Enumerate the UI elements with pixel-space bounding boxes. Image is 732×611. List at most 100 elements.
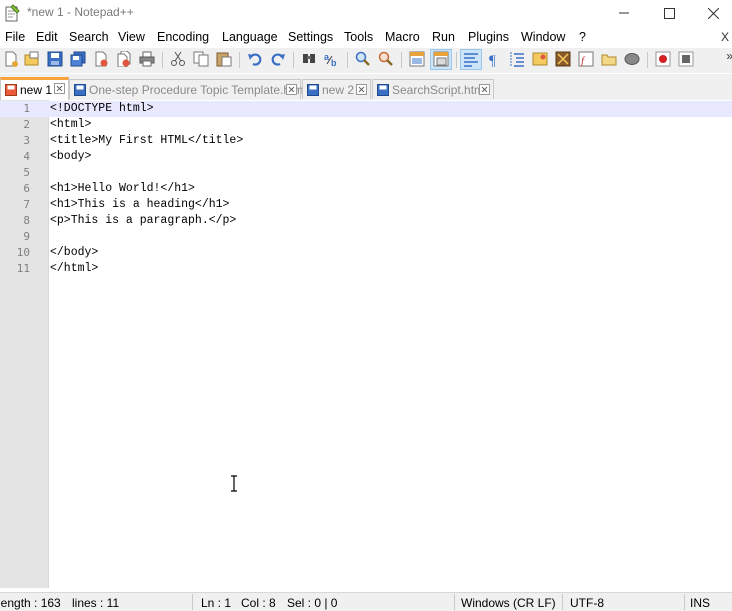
- undo-icon[interactable]: [247, 51, 263, 67]
- menu-window[interactable]: Window: [521, 30, 565, 44]
- unsaved-file-icon: [5, 84, 17, 96]
- tab-label: SearchScript.html: [392, 82, 487, 97]
- copy-icon[interactable]: [193, 51, 209, 67]
- status-bar: length : 163 lines : 11 Ln : 1 Col : 8 S…: [0, 592, 732, 611]
- menu-help[interactable]: ?: [579, 30, 586, 44]
- sync-horizontal-icon[interactable]: [433, 51, 449, 67]
- close-file-icon[interactable]: [93, 51, 109, 67]
- window-title: *new 1 - Notepad++: [27, 5, 134, 19]
- save-icon[interactable]: [47, 51, 63, 67]
- minimize-button[interactable]: [601, 0, 647, 26]
- tab-close-icon[interactable]: [54, 83, 65, 94]
- word-wrap-icon[interactable]: [463, 51, 479, 67]
- menu-plugins[interactable]: Plugins: [468, 30, 509, 44]
- close-icon: [707, 7, 719, 19]
- status-encoding[interactable]: UTF-8: [570, 596, 604, 610]
- open-file-icon[interactable]: [24, 51, 40, 67]
- status-insert-mode[interactable]: INS: [690, 596, 710, 610]
- replace-icon[interactable]: ab: [324, 51, 340, 67]
- menu-view[interactable]: View: [118, 30, 145, 44]
- doc-map-icon[interactable]: [555, 51, 571, 67]
- toolbar-separator: [162, 52, 163, 68]
- saved-file-icon: [307, 83, 319, 96]
- tab-searchscript[interactable]: SearchScript.html: [372, 79, 494, 99]
- sync-vertical-icon[interactable]: [409, 51, 425, 67]
- toolbar-overflow-button[interactable]: »: [726, 49, 732, 63]
- print-icon[interactable]: [139, 51, 155, 67]
- code-text: <h1>This is a heading</h1>: [50, 198, 230, 211]
- minimize-icon: [619, 12, 629, 14]
- indent-guide-icon[interactable]: [509, 51, 525, 67]
- maximize-button[interactable]: [646, 0, 692, 26]
- line-number: 10: [16, 246, 30, 259]
- status-lines: lines : 11: [72, 596, 120, 610]
- code-text: <h1>Hello World!</h1>: [50, 182, 195, 195]
- status-eol-format[interactable]: Windows (CR LF): [461, 596, 556, 610]
- code-text: <title>My First HTML</title>: [50, 134, 244, 147]
- save-all-icon[interactable]: [70, 51, 86, 67]
- line-number: 3: [23, 134, 30, 147]
- code-line: 5: [0, 165, 732, 181]
- status-length: length : 163: [0, 596, 61, 610]
- tab-label: One-step Procedure Topic Template.html: [89, 82, 307, 97]
- menu-file[interactable]: File: [5, 30, 25, 44]
- tab-close-icon[interactable]: [479, 84, 490, 95]
- folder-workspace-icon[interactable]: [601, 51, 617, 67]
- tab-one-step-procedure-topic-template[interactable]: One-step Procedure Topic Template.html: [69, 79, 306, 99]
- function-list-icon[interactable]: f: [578, 51, 594, 67]
- menu-run[interactable]: Run: [432, 30, 455, 44]
- line-number: 8: [23, 214, 30, 227]
- toolbar-separator: [401, 52, 402, 68]
- menu-language[interactable]: Language: [222, 30, 278, 44]
- menu-settings[interactable]: Settings: [288, 30, 333, 44]
- cut-icon[interactable]: [170, 51, 186, 67]
- zoom-out-icon[interactable]: [378, 51, 394, 67]
- toolbar-separator: [647, 52, 648, 68]
- title-bar: *new 1 - Notepad++: [0, 0, 732, 26]
- tab-close-icon[interactable]: [356, 84, 367, 95]
- udl-icon[interactable]: [532, 51, 548, 67]
- tab-new-2[interactable]: new 2: [302, 79, 371, 99]
- code-line: 11 </html>: [0, 261, 732, 277]
- menu-tools[interactable]: Tools: [344, 30, 373, 44]
- find-icon[interactable]: [301, 51, 317, 67]
- code-text: <p>This is a paragraph.</p>: [50, 214, 237, 227]
- close-window-button[interactable]: [690, 0, 732, 26]
- svg-text:b: b: [331, 58, 337, 67]
- tab-close-icon[interactable]: [286, 84, 297, 95]
- new-file-icon[interactable]: [3, 51, 19, 67]
- code-text: <html>: [50, 118, 92, 131]
- monitoring-icon[interactable]: [624, 51, 640, 67]
- saved-file-icon: [377, 83, 389, 96]
- line-number: 2: [23, 118, 30, 131]
- status-separator: [562, 594, 563, 610]
- line-number: 9: [23, 230, 30, 243]
- editor-area[interactable]: 1 <!DOCTYPE html> 2 <html> 3 <title>My Firs…: [0, 100, 732, 588]
- zoom-in-icon[interactable]: [355, 51, 371, 67]
- status-separator: [454, 594, 455, 610]
- status-separator: [192, 594, 193, 610]
- menu-edit[interactable]: Edit: [36, 30, 58, 44]
- status-line-number: Ln : 1: [201, 596, 232, 610]
- close-document-button[interactable]: X: [721, 30, 729, 44]
- show-all-chars-icon[interactable]: ¶: [486, 51, 502, 67]
- line-number: 7: [23, 198, 30, 211]
- menu-encoding[interactable]: Encoding: [157, 30, 209, 44]
- code-line: 7 <h1>This is a heading</h1>: [0, 197, 732, 213]
- tab-new-1[interactable]: new 1: [0, 77, 69, 100]
- paste-icon[interactable]: [216, 51, 232, 67]
- stop-record-icon[interactable]: [678, 51, 694, 67]
- menu-macro[interactable]: Macro: [385, 30, 420, 44]
- toolbar-separator: [293, 52, 294, 68]
- line-number: 11: [16, 262, 30, 275]
- record-macro-icon[interactable]: [655, 51, 671, 67]
- code-line: 1 <!DOCTYPE html>: [0, 101, 732, 117]
- redo-icon[interactable]: [270, 51, 286, 67]
- code-text: </html>: [50, 262, 99, 275]
- menu-search[interactable]: Search: [69, 30, 109, 44]
- close-all-icon[interactable]: [116, 51, 132, 67]
- code-text: <!DOCTYPE html>: [50, 102, 154, 115]
- status-column: Col : 8: [241, 596, 276, 610]
- tab-label: new 2: [322, 82, 355, 97]
- code-text: </body>: [50, 246, 99, 259]
